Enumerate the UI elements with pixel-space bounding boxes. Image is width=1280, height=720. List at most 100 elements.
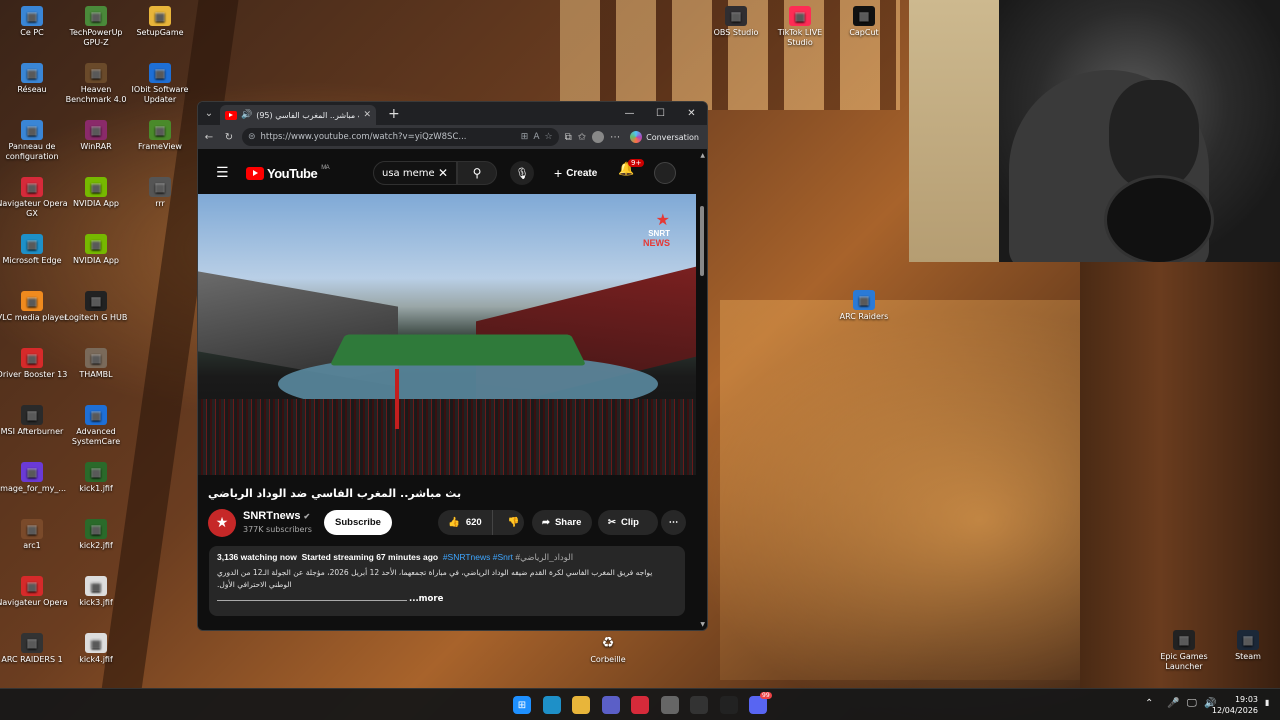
shortcut-label: kick1.jfif [79,484,113,493]
desktop-shortcut[interactable]: ■ rrr [124,177,196,209]
epic-icon[interactable] [719,696,738,714]
video-title: بث مباشر.. المغرب الفاسي ضد الوداد الريا… [208,487,462,500]
github-icon[interactable] [690,696,708,714]
extensions-icon[interactable]: ⧉ [565,132,572,143]
desktop-shortcut[interactable]: ■ ARC Raiders [828,290,900,322]
refresh-icon[interactable]: ↻ [222,132,236,143]
tray-microphone-icon[interactable]: 🎤 [1167,698,1179,709]
desktop-shortcut[interactable]: ■ THAMBL [60,348,132,380]
like-button[interactable]: 👍 620 [438,510,493,535]
dislike-button[interactable]: 👎 [498,510,530,535]
description-box[interactable]: 3,136 watching now Started streaming 67 … [209,546,685,616]
desktop-shortcut[interactable]: ■ NVIDIA App [60,234,132,266]
clip-button[interactable]: ✂ Clip [598,510,658,535]
steelseries-icon[interactable] [660,696,679,714]
desktop-shortcut[interactable]: ■ kick1.jfif [60,462,132,494]
subscriber-count: 377K subscribers [243,525,312,534]
edge-icon[interactable] [542,696,561,714]
desktop-shortcut[interactable]: ■ Epic Games Launcher [1148,630,1220,672]
desktop-shortcut[interactable]: ■ Navigateur Opera [0,576,68,608]
desktop-shortcut[interactable]: ■ ARC RAIDERS 1 [0,633,68,665]
search-button[interactable]: ⚲ [457,161,497,185]
app-available-icon[interactable]: ⊞ [521,132,529,142]
back-icon[interactable]: ← [202,132,216,143]
file-explorer-icon[interactable] [572,696,590,714]
desktop-shortcut[interactable]: ■ TikTok LIVE Studio [764,6,836,48]
desktop-shortcut[interactable]: ■ kick4.jfif [60,633,132,665]
subscribe-button[interactable]: Subscribe [324,510,392,535]
minimize-button[interactable]: — [614,102,645,125]
capcut-icon: ■ [853,6,875,26]
speaker-icon[interactable]: 🔊 [241,110,252,120]
profile-icon[interactable] [592,131,605,143]
hashtag-arabic[interactable]: #الوداد_الرياضي [515,552,573,562]
image-icon: ■ [21,633,43,653]
desktop-shortcut[interactable]: ■ Ce PC [0,6,68,38]
favorites-icon[interactable]: ✩ [578,132,586,143]
opera-gx-icon[interactable] [631,696,649,714]
desktop-shortcut[interactable]: ■ Panneau de configuration [0,120,68,162]
taskbar: ⊞ 99 ⌃ 🎤 🖵 🔊 19:03 12/04/2026 ▮ [0,688,1280,720]
tray-network-icon[interactable]: 🖵 [1187,698,1197,709]
desktop-shortcut[interactable]: ■ WinRAR [60,120,132,152]
close-tab-icon[interactable]: ✕ [363,110,371,120]
favorite-star-icon[interactable]: ☆ [545,132,553,142]
desktop-shortcut[interactable]: ■ kick3.jfif [60,576,132,608]
desktop-shortcut[interactable]: ■ OBS Studio [700,6,772,38]
channel-name-link[interactable]: SNRTnews ✔ [243,510,310,522]
show-more-link[interactable]: ...more [409,594,443,604]
tab-actions-icon[interactable]: ⌄ [198,102,220,125]
desktop-shortcut[interactable]: ■ SetupGame [124,6,196,38]
share-button[interactable]: ➦ Share [532,510,592,535]
scroll-down-icon[interactable]: ▼ [700,621,705,628]
desktop-shortcut[interactable]: ■ VLC media player [0,291,68,323]
more-menu-icon[interactable]: ⋯ [610,132,620,143]
desktop-shortcut[interactable]: ■ TechPowerUp GPU-Z [60,6,132,48]
search-input[interactable]: usa memes ✕ [373,161,457,185]
tray-chevron-icon[interactable]: ⌃ [1145,698,1153,709]
create-button[interactable]: + Create [548,161,603,185]
channel-avatar[interactable]: ★ [208,509,236,537]
new-tab-button[interactable]: + [388,106,400,122]
desktop-shortcut[interactable]: ■ Heaven Benchmark 4.0 [60,63,132,105]
youtube-logo[interactable]: YouTube MA [246,165,330,181]
desktop-shortcut[interactable]: ■ Navigateur Opera GX [0,177,68,219]
scroll-up-icon[interactable]: ▲ [700,152,705,159]
video-player[interactable]: ★ SNRT NEWS [198,194,696,475]
scrollbar-thumb[interactable] [700,206,704,276]
desktop-shortcut[interactable]: ■ Réseau [0,63,68,95]
page-scrollbar[interactable] [699,196,705,630]
address-bar[interactable]: ⊜ https://www.youtube.com/watch?v=yiQzW8… [242,128,559,146]
more-actions-button[interactable]: ⋯ [661,510,686,535]
menu-icon[interactable]: ☰ [216,165,240,181]
shortcut-label: Panneau de configuration [5,142,59,161]
desktop-shortcut[interactable]: ■ Advanced SystemCare [60,405,132,447]
recycle-bin-icon[interactable]: ♻ Corbeille [572,633,644,665]
desktop-shortcut[interactable]: ■ image_for_my_... [0,462,68,494]
tab-youtube[interactable]: 🔊 (95) بث مباشر.. المغرب الفاسي ✕ [220,105,376,125]
desktop-shortcut[interactable]: ■ Microsoft Edge [0,234,68,266]
desktop-shortcut[interactable]: ■ Logitech G HUB [60,291,132,323]
desktop-shortcut[interactable]: ■ FrameView [124,120,196,152]
desktop-shortcut[interactable]: ■ kick2.jfif [60,519,132,551]
teams-icon[interactable] [601,696,620,714]
desktop-shortcut[interactable]: ■ CapCut [828,6,900,38]
desktop-shortcut[interactable]: ■ MSI Afterburner [0,405,68,437]
desktop-shortcut[interactable]: ■ NVIDIA App [60,177,132,209]
account-avatar[interactable] [654,162,676,184]
clear-search-icon[interactable]: ✕ [438,166,448,180]
maximize-button[interactable]: ☐ [645,102,676,125]
desktop-shortcut[interactable]: ■ Driver Booster 13 [0,348,68,380]
desktop-shortcut[interactable]: ■ Steam [1212,630,1280,662]
site-info-icon[interactable]: ⊜ [248,132,256,142]
copilot-conversation-button[interactable]: Conversation [626,131,703,143]
taskbar-clock[interactable]: 19:03 12/04/2026 [1212,694,1258,716]
hashtags[interactable]: #SNRTnews #Snrt [443,552,513,562]
notification-center-icon[interactable]: ▮ [1265,698,1269,707]
desktop-shortcut[interactable]: ■ arc1 [0,519,68,551]
windows-start-icon[interactable]: ⊞ [513,696,531,714]
read-aloud-icon[interactable]: A [533,132,539,142]
close-window-button[interactable]: ✕ [676,102,707,125]
voice-search-button[interactable]: 🎙 [510,161,534,185]
desktop-shortcut[interactable]: ■ IObit Software Updater [124,63,196,105]
